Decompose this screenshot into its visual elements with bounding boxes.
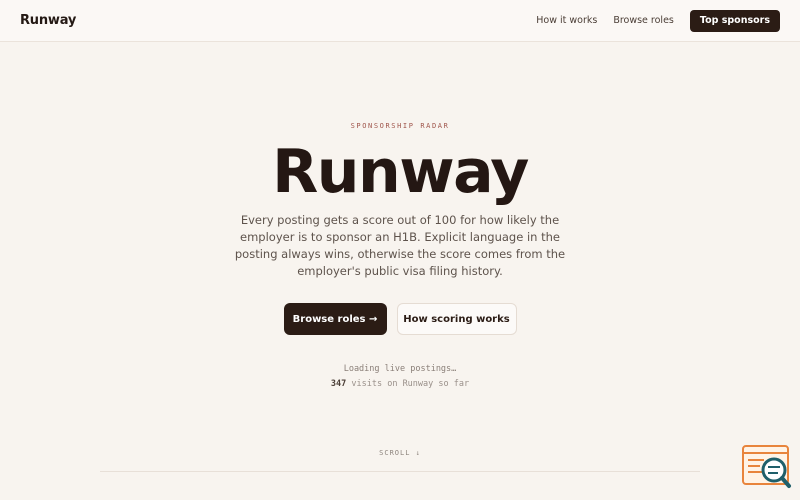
search-chat-icon[interactable] <box>742 445 792 491</box>
widget-graphic <box>742 445 791 488</box>
hero-description: Every posting gets a score out of 100 fo… <box>234 213 566 278</box>
brand-logo[interactable]: Runway <box>20 13 76 28</box>
nav-how-it-works[interactable]: How it works <box>536 15 597 26</box>
hero-eyebrow: SPONSORSHIP RADAR <box>350 122 450 130</box>
section-divider <box>100 471 700 472</box>
hero-actions: Browse roles → How scoring works <box>0 303 800 335</box>
browse-roles-button[interactable]: Browse roles → <box>283 303 387 335</box>
main-nav: How it works Browse roles Top sponsors <box>536 9 780 32</box>
how-scoring-works-button[interactable]: How scoring works <box>396 303 517 335</box>
scroll-hint[interactable]: SCROLL ↓ <box>0 449 800 457</box>
visit-suffix: visits on Runway so far <box>351 379 470 389</box>
visit-count: 347 <box>330 379 347 389</box>
visit-counter: 347 visits on Runway so far <box>0 379 800 389</box>
hero-title: Runway <box>272 137 529 207</box>
top-sponsors-button[interactable]: Top sponsors <box>689 9 780 32</box>
loading-status: Loading live postings… <box>343 364 457 374</box>
hero-section: SPONSORSHIP RADAR Runway Every posting g… <box>0 42 800 500</box>
nav-browse-roles[interactable]: Browse roles <box>613 15 674 26</box>
top-navigation-bar: Runway How it works Browse roles Top spo… <box>0 0 800 42</box>
